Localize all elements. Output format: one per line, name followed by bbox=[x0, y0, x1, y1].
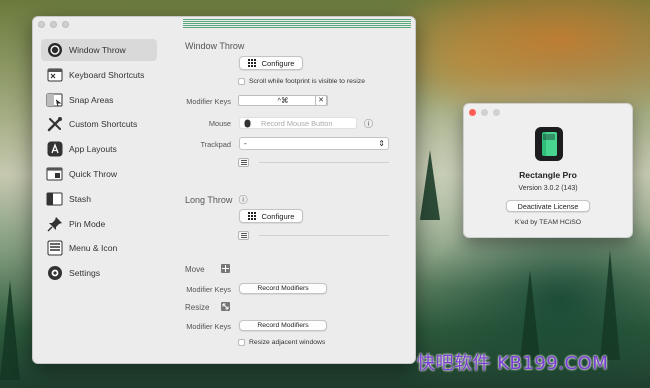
record-mouse-button-field[interactable]: Record Mouse Button bbox=[239, 117, 357, 129]
pin-icon bbox=[46, 215, 63, 232]
window-throw-panel: Window Throw Configure Scroll while foot… bbox=[183, 17, 413, 363]
resize-icon bbox=[221, 302, 230, 311]
watermark-text: 快吧软件 KB199.COM bbox=[417, 353, 609, 374]
window-throw-list-button[interactable] bbox=[238, 158, 249, 167]
sidebar-item-snap-areas[interactable]: Snap Areas bbox=[41, 89, 157, 111]
scroll-checkbox-label: Scroll while footprint is visible to res… bbox=[249, 78, 365, 85]
resize-adjacent-checkbox[interactable] bbox=[238, 339, 245, 346]
wallpaper-tree bbox=[520, 270, 540, 360]
select-arrows-icon: ⇕ bbox=[378, 139, 385, 148]
sidebar-item-pin-mode[interactable]: Pin Mode bbox=[41, 213, 157, 235]
resize-record-modifiers-button[interactable]: Record Modifiers bbox=[239, 320, 327, 331]
credit-text: K'ed by TEAM HCiSO bbox=[514, 219, 582, 226]
divider bbox=[259, 162, 389, 163]
sidebar-item-label: Pin Mode bbox=[69, 218, 106, 229]
long-throw-configure-button[interactable]: Configure bbox=[239, 209, 303, 223]
stash-icon bbox=[46, 190, 63, 207]
sidebar-item-label: Keyboard Shortcuts bbox=[69, 69, 145, 80]
app-name: Rectangle Pro bbox=[519, 170, 577, 180]
resize-label: Resize bbox=[185, 303, 210, 312]
trackpad-label: Trackpad bbox=[200, 140, 231, 149]
scroll-checkbox[interactable] bbox=[238, 78, 245, 85]
sidebar: Window Throw Keyboard Shortcuts Snap Are… bbox=[41, 39, 157, 287]
sidebar-item-window-throw[interactable]: Window Throw bbox=[41, 39, 157, 61]
zoom-window-button[interactable] bbox=[62, 21, 69, 28]
sidebar-item-quick-throw[interactable]: Quick Throw bbox=[41, 163, 157, 185]
settings-window: Window Throw Keyboard Shortcuts Snap Are… bbox=[32, 16, 416, 364]
sidebar-item-stash[interactable]: Stash bbox=[41, 188, 157, 210]
sidebar-item-label: Stash bbox=[69, 193, 91, 204]
about-window: Rectangle Pro Version 3.0.2 (143) Deacti… bbox=[463, 103, 633, 238]
app-version: Version 3.0.2 (143) bbox=[518, 185, 578, 192]
record-mouse-placeholder: Record Mouse Button bbox=[261, 118, 333, 128]
long-throw-info-icon[interactable]: ⓘ bbox=[239, 195, 248, 205]
rectangle-pro-logo-icon bbox=[534, 126, 564, 162]
move-modifier-keys-label: Modifier Keys bbox=[186, 285, 231, 294]
section-title-window-throw: Window Throw bbox=[185, 41, 245, 51]
sidebar-item-label: Custom Shortcuts bbox=[69, 119, 138, 130]
sidebar-item-app-layouts[interactable]: App Layouts bbox=[41, 138, 157, 160]
trackpad-select-value: - bbox=[244, 139, 247, 148]
modifier-keys-label: Modifier Keys bbox=[186, 97, 231, 106]
deactivate-license-button[interactable]: Deactivate License bbox=[506, 200, 590, 212]
keyboard-window-icon bbox=[46, 66, 63, 83]
mouse-label: Mouse bbox=[208, 119, 231, 128]
resize-adjacent-label: Resize adjacent windows bbox=[249, 339, 326, 346]
configure-button[interactable]: Configure bbox=[239, 56, 303, 70]
clear-modifier-button[interactable]: ✕ bbox=[315, 95, 327, 106]
sidebar-item-label: Menu & Icon bbox=[69, 243, 118, 254]
move-icon bbox=[221, 264, 230, 273]
grid-icon bbox=[247, 59, 256, 67]
section-title-long-throw: Long Throw bbox=[185, 195, 233, 205]
app-store-icon bbox=[46, 141, 63, 158]
sidebar-item-keyboard-shortcuts[interactable]: Keyboard Shortcuts bbox=[41, 64, 157, 86]
configure-label: Configure bbox=[261, 211, 295, 221]
wallpaper-tree bbox=[600, 250, 620, 360]
grid-icon bbox=[247, 212, 256, 220]
close-window-button[interactable] bbox=[469, 109, 476, 116]
menu-icon bbox=[46, 240, 63, 257]
wallpaper-tree bbox=[0, 280, 20, 380]
sidebar-item-label: App Layouts bbox=[69, 144, 117, 155]
sidebar-item-label: Settings bbox=[69, 268, 101, 279]
mouse-icon bbox=[244, 119, 251, 127]
mouse-info-icon[interactable]: ⓘ bbox=[364, 117, 373, 130]
move-record-modifiers-button[interactable]: Record Modifiers bbox=[239, 283, 327, 294]
sidebar-item-label: Quick Throw bbox=[69, 168, 118, 179]
minimize-window-button[interactable] bbox=[50, 21, 57, 28]
long-throw-header: Long Throw ⓘ bbox=[185, 193, 248, 206]
wallpaper-tree bbox=[420, 150, 440, 220]
resize-modifier-keys-label: Modifier Keys bbox=[186, 322, 231, 331]
scroll-checkbox-row[interactable]: Scroll while footprint is visible to res… bbox=[238, 78, 365, 85]
long-throw-list-button[interactable] bbox=[238, 231, 249, 240]
sidebar-item-custom-shortcuts[interactable]: Custom Shortcuts bbox=[41, 113, 157, 135]
window-controls bbox=[469, 109, 500, 116]
window-controls bbox=[38, 21, 69, 28]
close-window-button[interactable] bbox=[38, 21, 45, 28]
move-label: Move bbox=[185, 265, 205, 274]
sidebar-item-label: Window Throw bbox=[69, 45, 126, 55]
zoom-window-button[interactable] bbox=[493, 109, 500, 116]
quick-throw-icon bbox=[46, 165, 63, 182]
sidebar-item-label: Snap Areas bbox=[69, 94, 114, 105]
sidebar-item-menu-icon[interactable]: Menu & Icon bbox=[41, 237, 157, 259]
target-icon bbox=[46, 42, 63, 59]
tools-icon bbox=[46, 116, 63, 133]
resize-adjacent-row[interactable]: Resize adjacent windows bbox=[238, 339, 325, 346]
divider bbox=[259, 235, 389, 236]
settings-icon bbox=[46, 265, 63, 282]
minimize-window-button[interactable] bbox=[481, 109, 488, 116]
snap-areas-icon bbox=[46, 91, 63, 108]
trackpad-select[interactable]: - ⇕ bbox=[239, 137, 389, 150]
configure-label: Configure bbox=[261, 58, 295, 68]
sidebar-item-settings[interactable]: Settings bbox=[41, 262, 157, 284]
